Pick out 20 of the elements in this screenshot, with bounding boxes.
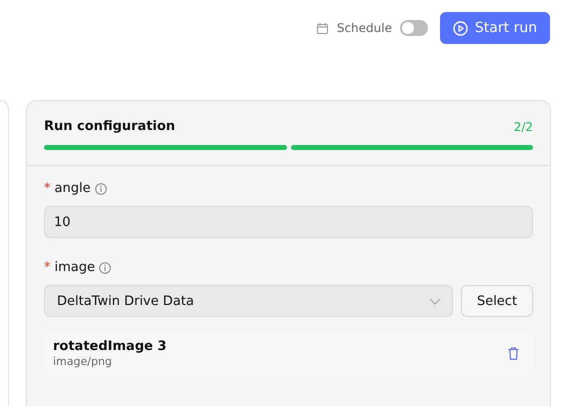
info-icon <box>94 182 107 194</box>
progress-count: 2/2 <box>514 120 533 134</box>
info-icon <box>99 262 111 274</box>
required-asterisk: * <box>44 260 50 275</box>
schedule-toggle[interactable] <box>400 20 428 36</box>
required-asterisk: * <box>44 181 50 196</box>
file-type: image/png <box>53 355 113 368</box>
field-label: angle <box>54 181 91 196</box>
start-run-button[interactable]: Start run <box>440 12 550 44</box>
select-button[interactable]: Select <box>461 285 533 317</box>
field-label: image <box>54 260 95 275</box>
dropdown-field[interactable]: DeltaTwin Drive Data <box>44 285 453 317</box>
schedule-label: Schedule <box>336 21 392 35</box>
chevron-down-icon <box>429 298 441 304</box>
file-name: rotatedImage 3 <box>53 339 167 354</box>
play-icon <box>452 20 468 36</box>
delete-icon[interactable] <box>508 347 519 360</box>
card-title: Run configuration <box>44 119 176 134</box>
calendar-icon <box>316 22 328 34</box>
input-field[interactable]: 10 <box>44 206 533 238</box>
